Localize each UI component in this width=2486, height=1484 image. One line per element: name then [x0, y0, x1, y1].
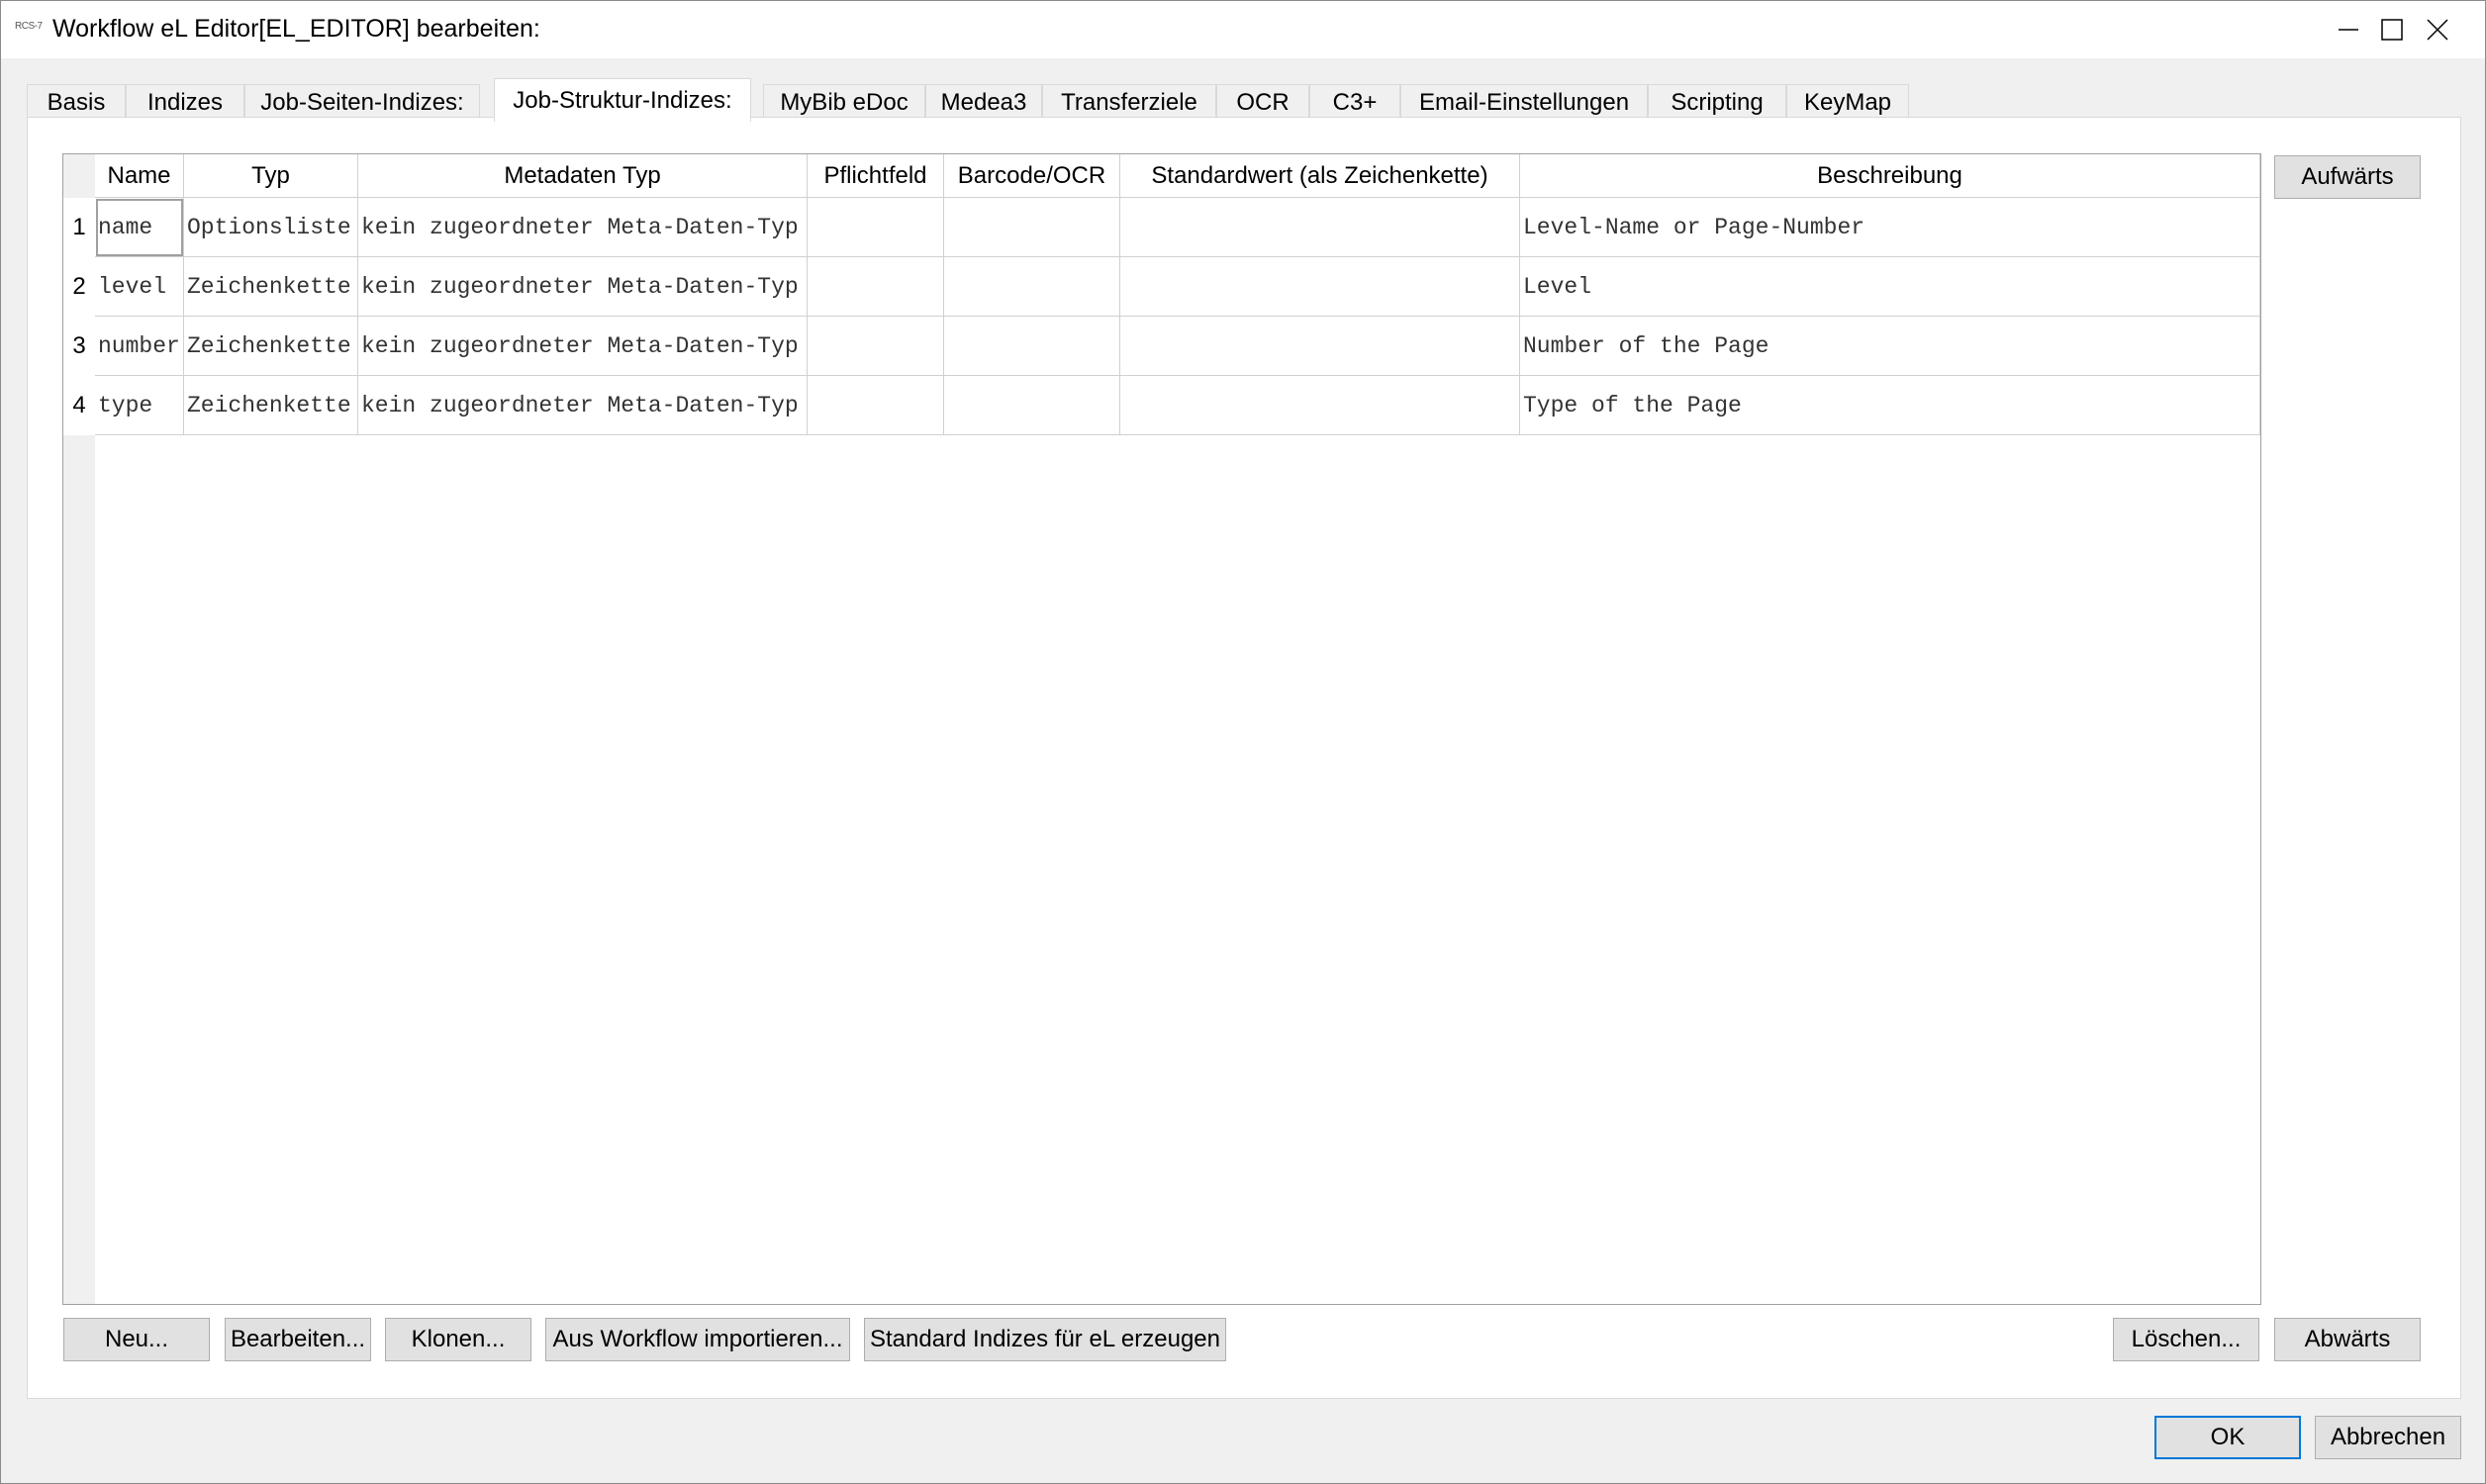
- tab-keymap[interactable]: KeyMap: [1786, 84, 1909, 120]
- column-header-typ[interactable]: Typ: [184, 154, 358, 198]
- column-header-standardwert[interactable]: Standardwert (als Zeichenkette): [1120, 154, 1520, 198]
- column-header-name[interactable]: Name: [95, 154, 184, 198]
- column-header-pflichtfeld[interactable]: Pflichtfeld: [808, 154, 944, 198]
- table-cell-beschreibung[interactable]: Number of the Page: [1520, 317, 2260, 376]
- tab-basis[interactable]: Basis: [27, 84, 126, 120]
- tab-c3plus[interactable]: C3+: [1309, 84, 1400, 120]
- clone-button[interactable]: Klonen...: [385, 1318, 531, 1361]
- table-cell-name[interactable]: level: [95, 257, 184, 317]
- create-standard-indices-button[interactable]: Standard Indizes für eL erzeugen: [864, 1318, 1226, 1361]
- table-cell-standardwert[interactable]: [1120, 317, 1520, 376]
- table-cell-barcode-ocr[interactable]: [944, 257, 1120, 317]
- table-cell-pflichtfeld[interactable]: [808, 376, 944, 435]
- table-cell-pflichtfeld[interactable]: [808, 198, 944, 257]
- cancel-button[interactable]: Abbrechen: [2315, 1416, 2461, 1459]
- table-cell-typ[interactable]: Optionsliste: [184, 198, 358, 257]
- app-icon: RCS-7: [15, 21, 43, 32]
- row-number[interactable]: 3: [63, 317, 95, 376]
- import-from-workflow-button[interactable]: Aus Workflow importieren...: [545, 1318, 850, 1361]
- tab-medea3[interactable]: Medea3: [925, 84, 1042, 120]
- delete-button[interactable]: Löschen...: [2113, 1318, 2259, 1361]
- tab-job-seiten-indizes[interactable]: Job-Seiten-Indizes:: [244, 84, 480, 120]
- new-button[interactable]: Neu...: [63, 1318, 210, 1361]
- move-up-button[interactable]: Aufwärts: [2274, 155, 2421, 199]
- table-cell-name[interactable]: type: [95, 376, 184, 435]
- ok-button[interactable]: OK: [2154, 1416, 2301, 1459]
- table-cell-name[interactable]: number: [95, 317, 184, 376]
- close-icon: [2427, 19, 2448, 41]
- table-cell-beschreibung[interactable]: Level: [1520, 257, 2260, 317]
- table-cell-beschreibung[interactable]: Level-Name or Page-Number: [1520, 198, 2260, 257]
- column-header-beschreibung[interactable]: Beschreibung: [1520, 154, 2260, 198]
- move-down-button[interactable]: Abwärts: [2274, 1318, 2421, 1361]
- indices-table[interactable]: Name Typ Metadaten Typ Pflichtfeld Barco…: [62, 153, 2261, 1305]
- close-button[interactable]: [2392, 1, 2483, 58]
- tab-ocr[interactable]: OCR: [1216, 84, 1309, 120]
- table-cell-typ[interactable]: Zeichenkette: [184, 376, 358, 435]
- row-number[interactable]: 2: [63, 257, 95, 317]
- table-cell-typ[interactable]: Zeichenkette: [184, 317, 358, 376]
- table-cell-typ[interactable]: Zeichenkette: [184, 257, 358, 317]
- row-number[interactable]: 1: [63, 198, 95, 257]
- table-cell-metadaten-typ[interactable]: kein zugeordneter Meta-Daten-Typ: [358, 198, 808, 257]
- edit-button[interactable]: Bearbeiten...: [225, 1318, 371, 1361]
- table-cell-metadaten-typ[interactable]: kein zugeordneter Meta-Daten-Typ: [358, 376, 808, 435]
- row-number[interactable]: 4: [63, 376, 95, 435]
- tab-indizes[interactable]: Indizes: [126, 84, 244, 120]
- table-cell-metadaten-typ[interactable]: kein zugeordneter Meta-Daten-Typ: [358, 317, 808, 376]
- tab-email-einstellungen[interactable]: Email-Einstellungen: [1400, 84, 1648, 120]
- table-cell-standardwert[interactable]: [1120, 257, 1520, 317]
- tab-job-struktur-indizes[interactable]: Job-Struktur-Indizes:: [494, 78, 751, 122]
- table-cell-pflichtfeld[interactable]: [808, 257, 944, 317]
- tab-transferziele[interactable]: Transferziele: [1042, 84, 1216, 120]
- table-cell-barcode-ocr[interactable]: [944, 317, 1120, 376]
- title-bar[interactable]: RCS-7 Workflow eL Editor[EL_EDITOR] bear…: [1, 1, 2485, 58]
- dialog-window: RCS-7 Workflow eL Editor[EL_EDITOR] bear…: [0, 0, 2486, 1484]
- table-cell-beschreibung[interactable]: Type of the Page: [1520, 376, 2260, 435]
- table-cell-standardwert[interactable]: [1120, 376, 1520, 435]
- tab-mybib-edoc[interactable]: MyBib eDoc: [763, 84, 925, 120]
- table-cell-pflichtfeld[interactable]: [808, 317, 944, 376]
- column-header-barcode-ocr[interactable]: Barcode/OCR: [944, 154, 1120, 198]
- table-cell-name[interactable]: name: [95, 198, 184, 257]
- tab-scripting[interactable]: Scripting: [1648, 84, 1786, 120]
- table-cell-metadaten-typ[interactable]: kein zugeordneter Meta-Daten-Typ: [358, 257, 808, 317]
- table-cell-barcode-ocr[interactable]: [944, 198, 1120, 257]
- table-cell-barcode-ocr[interactable]: [944, 376, 1120, 435]
- table-cell-standardwert[interactable]: [1120, 198, 1520, 257]
- window-title: Workflow eL Editor[EL_EDITOR] bearbeiten…: [52, 15, 540, 43]
- column-header-metadaten-typ[interactable]: Metadaten Typ: [358, 154, 808, 198]
